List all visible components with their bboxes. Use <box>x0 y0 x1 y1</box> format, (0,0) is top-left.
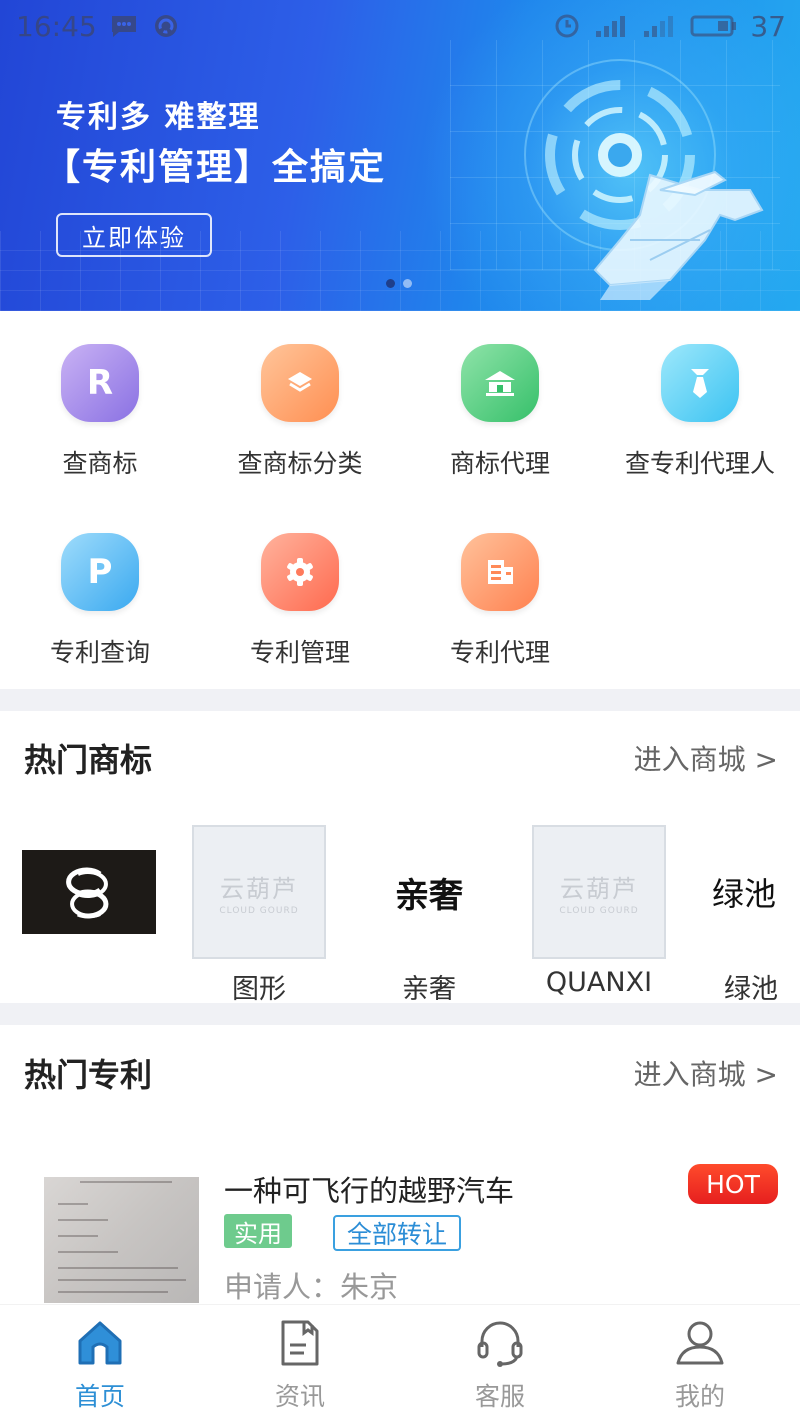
section-divider <box>0 1003 800 1025</box>
patent-applicant: 申请人：朱京 <box>224 1270 399 1304</box>
building-icon <box>461 344 539 422</box>
signal-icon <box>596 16 626 37</box>
hot-badge: HOT <box>688 1164 778 1204</box>
robot-hand-illustration <box>524 59 764 300</box>
tab-label: 资讯 <box>274 1382 325 1411</box>
trademark-card[interactable]: 亲奢 亲奢 <box>362 820 496 1003</box>
carousel-indicator[interactable] <box>386 279 412 288</box>
service-label: 查商标 <box>62 449 138 478</box>
tab-label: 首页 <box>74 1382 125 1411</box>
bottom-tab-bar: 首页 资讯 客服 我的 <box>0 1304 800 1422</box>
status-time: 16:45 <box>16 9 97 43</box>
logo-cc-icon <box>22 850 156 934</box>
service-trademark-agent[interactable]: 商标代理 <box>400 344 600 480</box>
patent-transfer-tag: 全部转让 <box>333 1215 462 1251</box>
status-bar: 16:45 37 <box>0 0 800 52</box>
trademark-placeholder-image: 云葫芦 CLOUD GOURD <box>532 825 666 959</box>
battery-icon <box>690 15 737 37</box>
chat-icon <box>111 16 136 37</box>
alarm-icon <box>555 14 579 38</box>
trademark-name: 绿池 <box>724 974 778 1002</box>
hot-trademarks-more-link[interactable]: 进入商城 > <box>634 738 778 778</box>
trademark-placeholder-image: 云葫芦 CLOUD GOURD <box>192 825 326 959</box>
service-trademark-search[interactable]: R 查商标 <box>0 344 200 480</box>
service-trademark-class[interactable]: 查商标分类 <box>200 344 400 480</box>
tab-customer-service[interactable]: 客服 <box>400 1305 600 1422</box>
service-grid: R 查商标 查商标分类 商标代理 查专利代理人 P 专利查询 专利管理 专利代理 <box>0 311 800 689</box>
hot-trademarks-list[interactable]: 云葫芦 CLOUD GOURD 图形 亲奢 亲奢 云葫芦 CLOUD GOURD… <box>0 820 800 1002</box>
tab-label: 客服 <box>474 1382 525 1411</box>
promo-banner[interactable]: 16:45 37 专利多 难整理 【专利管理】全搞定 立即体验 <box>0 0 800 311</box>
patent-title: 一种可飞行的越野汽车 <box>224 1174 515 1208</box>
signal-icon <box>644 16 674 37</box>
trademark-name: QUANXI <box>545 967 653 998</box>
trademark-card[interactable] <box>22 820 156 934</box>
trademark-text-image: 亲奢 <box>395 875 463 916</box>
gear-icon <box>261 533 339 611</box>
hot-patents-title: 热门专利 <box>24 1056 153 1094</box>
patent-search-icon: P <box>61 533 139 611</box>
service-patent-management[interactable]: 专利管理 <box>200 533 400 669</box>
service-patent-agent[interactable]: 专利代理 <box>400 533 600 669</box>
section-divider <box>0 689 800 711</box>
patent-type-tag: 实用 <box>224 1214 292 1248</box>
service-label: 查专利代理人 <box>624 449 775 478</box>
hot-patents-more-link[interactable]: 进入商城 > <box>634 1053 778 1093</box>
trademark-card[interactable]: 绿池 绿池 <box>702 820 800 1002</box>
user-icon <box>676 1321 724 1365</box>
tab-label: 我的 <box>674 1382 725 1411</box>
service-label: 专利查询 <box>49 638 150 667</box>
try-now-button[interactable]: 立即体验 <box>56 213 212 257</box>
trademark-card[interactable]: 云葫芦 CLOUD GOURD QUANXI <box>532 820 666 998</box>
trademark-name: 图形 <box>232 974 286 1002</box>
patent-list-item[interactable]: 一种可飞行的越野汽车 HOT 实用 全部转让 申请人：朱京 <box>0 1150 800 1310</box>
carousel-dot[interactable] <box>403 279 412 288</box>
trademark-text-image: 绿池 <box>712 875 777 913</box>
service-label: 专利代理 <box>449 638 550 667</box>
trademark-card[interactable]: 云葫芦 CLOUD GOURD 图形 <box>192 820 326 1002</box>
tab-profile[interactable]: 我的 <box>600 1305 800 1422</box>
sync-icon <box>154 15 177 37</box>
layers-icon <box>261 344 339 422</box>
service-patent-agent-search[interactable]: 查专利代理人 <box>600 344 800 480</box>
patent-certificate-thumbnail <box>44 1177 199 1303</box>
service-label: 专利管理 <box>249 638 350 667</box>
trademark-search-icon: R <box>61 344 139 422</box>
hot-trademarks-title: 热门商标 <box>24 741 153 779</box>
battery-level: 37 <box>750 9 786 43</box>
service-label: 商标代理 <box>449 449 550 478</box>
service-patent-search[interactable]: P 专利查询 <box>0 533 200 669</box>
tab-news[interactable]: 资讯 <box>200 1305 400 1422</box>
home-icon <box>78 1321 122 1365</box>
tab-home[interactable]: 首页 <box>0 1305 200 1422</box>
news-icon <box>281 1320 319 1366</box>
trademark-name: 亲奢 <box>402 974 456 1002</box>
agent-icon <box>661 344 739 422</box>
service-label: 查商标分类 <box>237 449 363 478</box>
banner-headline: 专利多 难整理 <box>56 100 261 135</box>
carousel-dot[interactable] <box>386 279 395 288</box>
headset-icon <box>477 1321 523 1367</box>
document-icon <box>461 533 539 611</box>
banner-subheadline: 【专利管理】全搞定 <box>44 147 387 188</box>
